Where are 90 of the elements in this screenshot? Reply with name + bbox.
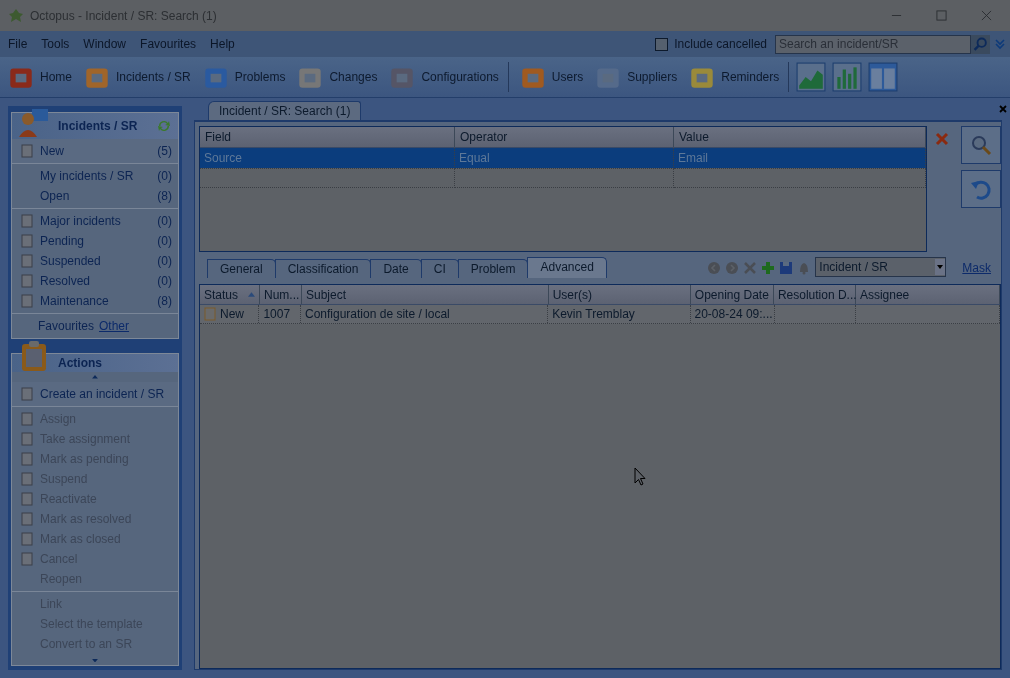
back-icon[interactable]	[707, 261, 722, 275]
column-header[interactable]: Opening Date	[690, 285, 774, 304]
nav-item[interactable]: Maintenance (8)	[12, 291, 178, 311]
chevron-down-icon[interactable]	[994, 38, 1006, 50]
document-icon	[20, 451, 34, 466]
type-dropdown[interactable]: Incident / SR	[815, 257, 947, 277]
action-item[interactable]: Create an incident / SR	[12, 383, 178, 404]
remove-icon[interactable]	[743, 261, 758, 275]
toolbar-button[interactable]: Reminders	[685, 62, 782, 92]
toolbar-button[interactable]: Suppliers	[591, 62, 680, 92]
nav-item[interactable]: Suspended (0)	[12, 251, 178, 271]
toolbar-button[interactable]: Problems	[198, 62, 288, 92]
table-cell: Kevin Tremblay	[552, 307, 635, 321]
mouse-pointer-icon	[634, 467, 646, 487]
toolbar-button[interactable]: Users	[515, 62, 586, 92]
table-cell: Source	[200, 148, 455, 169]
column-header[interactable]: Num...	[260, 285, 302, 304]
document-icon	[20, 386, 34, 401]
favourites-label: Favourites	[38, 319, 95, 333]
search-button[interactable]	[961, 126, 1001, 164]
menu-item[interactable]: Help	[210, 37, 235, 51]
scroll-up-icon[interactable]	[91, 375, 99, 379]
document-icon	[20, 234, 34, 248]
reset-button[interactable]	[961, 170, 1001, 208]
nav-item[interactable]: My incidents / SR (0)	[12, 166, 178, 186]
toolbar-button[interactable]: Home	[4, 62, 74, 92]
save-icon[interactable]	[779, 261, 794, 275]
checkbox-label: Include cancelled	[674, 37, 767, 51]
document-icon	[20, 431, 34, 446]
toolbar-button[interactable]: Incidents / SR	[80, 62, 193, 92]
toolbar-button[interactable]: Changes	[293, 62, 380, 92]
column-header[interactable]: Operator	[455, 127, 674, 147]
document-icon	[20, 531, 34, 546]
add-icon[interactable]	[761, 261, 776, 275]
line-chart-icon[interactable]	[796, 62, 827, 92]
menu-item[interactable]: Window	[83, 37, 127, 51]
include-cancelled-checkbox[interactable]	[655, 37, 669, 51]
column-header[interactable]: Field	[200, 127, 455, 147]
search-icon	[969, 133, 993, 157]
close-icon[interactable]	[981, 10, 992, 21]
forward-icon[interactable]	[725, 261, 740, 275]
column-header[interactable]: Resolution D...	[773, 285, 856, 304]
table-cell: New	[220, 307, 244, 321]
document-icon	[20, 144, 34, 158]
document-icon	[20, 254, 34, 268]
column-header[interactable]: User(s)	[548, 285, 691, 304]
document-icon	[20, 491, 34, 506]
nav-item[interactable]: New (5)	[12, 141, 178, 161]
column-header[interactable]: Value	[674, 127, 926, 147]
nav-item[interactable]: Pending (0)	[12, 231, 178, 251]
table-cell: Configuration de site / local	[305, 307, 450, 321]
nav-item[interactable]: Resolved (0)	[12, 271, 178, 291]
document-icon	[20, 294, 34, 308]
panel-title: Incidents / SR	[58, 119, 138, 133]
nav-item[interactable]: Major incidents (0)	[12, 211, 178, 231]
bar-chart-icon[interactable]	[832, 62, 863, 92]
document-icon	[20, 274, 34, 288]
document-tab[interactable]: Incident / SR: Search (1)	[208, 101, 362, 120]
menu-item[interactable]: File	[8, 37, 28, 51]
maximize-icon[interactable]	[936, 10, 947, 21]
menu-item[interactable]: Tools	[41, 37, 70, 51]
document-icon	[20, 411, 34, 426]
scroll-down-icon[interactable]	[91, 658, 99, 662]
close-icon[interactable]	[998, 104, 1008, 114]
criteria-tab[interactable]: Advanced	[527, 257, 607, 278]
columns-layout-icon[interactable]	[868, 62, 899, 92]
nav-item[interactable]: Open (8)	[12, 186, 178, 206]
table-cell: 1007	[263, 307, 291, 321]
user-computer-icon	[18, 107, 50, 139]
mask-link[interactable]: Mask	[962, 261, 991, 275]
menu-item[interactable]: Favourites	[140, 37, 197, 51]
delete-icon[interactable]	[935, 132, 949, 146]
table-cell: Equal	[455, 148, 674, 169]
criteria-tab[interactable]: General	[207, 259, 276, 278]
table-cell: 20-08-24 09:...	[694, 307, 773, 321]
refresh-icon[interactable]	[156, 118, 172, 134]
column-header[interactable]: Assignee	[855, 285, 1000, 304]
search-icon[interactable]	[971, 34, 990, 54]
document-icon	[20, 551, 34, 566]
toolbar-button[interactable]: Configurations	[385, 62, 501, 92]
panel-title: Actions	[58, 356, 102, 371]
sort-ascending-icon	[248, 292, 255, 297]
other-link[interactable]: Other	[99, 319, 130, 333]
app-logo-icon	[8, 7, 24, 24]
table-cell: Email	[674, 148, 926, 169]
document-icon	[20, 214, 34, 228]
column-header[interactable]: Subject	[302, 285, 549, 304]
column-header[interactable]: Status	[200, 285, 260, 304]
document-icon	[20, 511, 34, 526]
document-icon	[20, 471, 34, 486]
